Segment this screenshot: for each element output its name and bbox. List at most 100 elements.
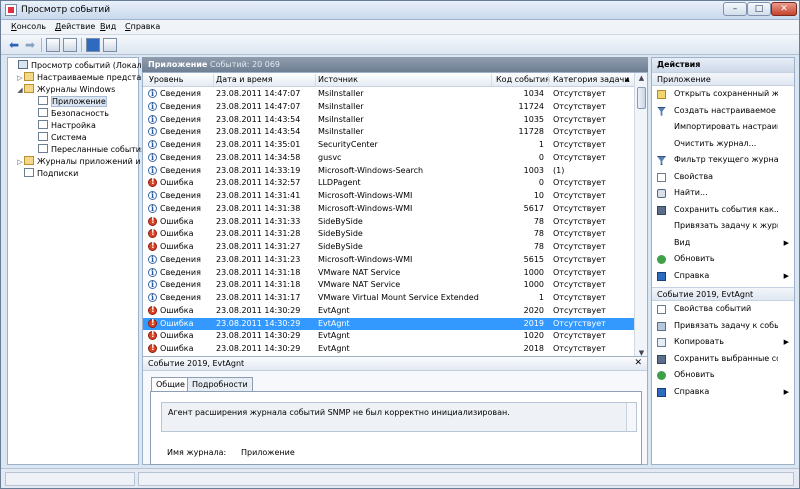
category-cell: Отсутствует xyxy=(553,331,606,341)
table-row[interactable]: Сведения 23.08.2011 14:47:07 MsiInstaller 1… xyxy=(143,88,635,101)
table-row[interactable]: Ошибка 23.08.2011 14:31:28 SideBySide 78 Отс… xyxy=(143,228,635,241)
action-item[interactable]: Привязать задачу к журна... xyxy=(652,219,794,233)
menu-action[interactable]: Действие xyxy=(55,22,95,31)
table-row[interactable]: Сведения 23.08.2011 14:43:54 MsiInstaller 1… xyxy=(143,126,635,139)
menu-help[interactable]: Справка xyxy=(125,22,160,31)
action-item[interactable]: Сохранить выбранные со... xyxy=(652,352,794,366)
table-row[interactable]: Ошибка 23.08.2011 14:30:29 EvtAgnt 2020 Отсу… xyxy=(143,305,635,318)
table-row[interactable]: Ошибка 23.08.2011 14:32:57 LLDPagent 0 Отсут… xyxy=(143,177,635,190)
event-id-cell: 10 xyxy=(533,191,544,200)
table-row[interactable]: Ошибка 23.08.2011 14:30:29 EvtAgnt 2019 Отсу… xyxy=(143,317,635,331)
action-item[interactable]: Справка ▶ xyxy=(652,385,794,399)
tree-item[interactable]: Просмотр событий (Локальный xyxy=(10,60,163,72)
level-text: Сведения xyxy=(160,140,201,149)
expand-arrow-icon[interactable]: ▷ xyxy=(16,72,24,84)
column-divider[interactable] xyxy=(213,74,214,86)
up-folder-icon[interactable] xyxy=(46,38,60,52)
table-row[interactable]: Ошибка 23.08.2011 14:30:29 EvtAgnt 1020 Отсу… xyxy=(143,330,635,343)
scroll-thumb[interactable] xyxy=(637,87,646,109)
column-divider[interactable] xyxy=(491,74,492,86)
help-icon[interactable] xyxy=(86,38,100,52)
column-category[interactable]: Категория задачи xyxy=(553,75,629,84)
table-row[interactable]: Ошибка 23.08.2011 14:31:27 SideBySide 78 Отс… xyxy=(143,241,635,254)
column-date[interactable]: Дата и время xyxy=(216,75,273,84)
action-item[interactable]: Обновить xyxy=(652,368,794,382)
action-item[interactable]: Привязать задачу к событ... xyxy=(652,319,794,333)
date-cell: 23.08.2011 14:31:33 xyxy=(216,216,301,226)
action-item[interactable]: Обновить xyxy=(652,252,794,266)
action-item[interactable]: Копировать ▶ xyxy=(652,335,794,349)
tree-item[interactable]: ◢ Журналы Windows xyxy=(16,84,115,96)
event-list-scrollbar[interactable]: ▲ ▼ xyxy=(634,73,647,361)
table-row[interactable]: Сведения 23.08.2011 14:34:58 gusvc 0 Отсутст… xyxy=(143,152,635,165)
log-icon xyxy=(38,144,48,153)
action-label: Свойства событий xyxy=(674,304,752,313)
menu-console[interactable]: Консоль xyxy=(11,22,46,31)
back-arrow-icon[interactable]: ⬅ xyxy=(7,38,21,52)
column-source[interactable]: Источник xyxy=(318,75,358,84)
table-row[interactable]: Сведения 23.08.2011 14:31:18 VMware NAT Se… xyxy=(143,279,635,292)
error-icon xyxy=(148,228,157,239)
column-divider[interactable] xyxy=(315,74,316,86)
menu-view[interactable]: Вид xyxy=(100,22,116,31)
action-item[interactable]: Очистить журнал... xyxy=(652,137,794,151)
table-row[interactable]: Сведения 23.08.2011 14:35:01 SecurityCente… xyxy=(143,139,635,152)
source-cell: SideBySide xyxy=(318,242,363,251)
action-item[interactable]: Сохранить события как... xyxy=(652,203,794,217)
scroll-up-arrow-icon[interactable]: ▲ xyxy=(636,74,647,85)
maximize-button[interactable]: □ xyxy=(747,2,771,16)
action-item[interactable]: Свойства событий xyxy=(652,302,794,316)
forward-arrow-icon[interactable]: ➡ xyxy=(23,38,37,52)
table-row[interactable]: Сведения 23.08.2011 14:31:23 Microsoft-Win… xyxy=(143,254,635,267)
expand-arrow-icon[interactable]: ◢ xyxy=(16,84,24,96)
date-cell: 23.08.2011 14:47:07 xyxy=(216,101,301,111)
actions-section-header[interactable]: Приложение xyxy=(652,72,794,86)
tree-item[interactable]: Система xyxy=(30,132,87,144)
column-divider[interactable] xyxy=(548,74,549,86)
table-row[interactable]: Сведения 23.08.2011 14:43:54 MsiInstaller 1… xyxy=(143,114,635,127)
detail-close-icon[interactable]: ✕ xyxy=(634,358,642,368)
action-item[interactable]: Найти... xyxy=(652,186,794,200)
show-tree-icon[interactable] xyxy=(63,38,77,52)
actions-section-header[interactable]: Событие 2019, EvtAgnt xyxy=(652,287,794,301)
tree-item[interactable]: ▷ Журналы приложений и сл xyxy=(16,156,153,168)
action-item[interactable]: Вид ▶ xyxy=(652,236,794,250)
action-item[interactable]: Импортировать настраив... xyxy=(652,120,794,134)
action-item[interactable]: Открыть сохраненный жу... xyxy=(652,87,794,101)
table-row[interactable]: Ошибка 23.08.2011 14:31:33 SideBySide 78 Отс… xyxy=(143,216,635,229)
action-item[interactable]: Справка ▶ xyxy=(652,269,794,283)
tree-item[interactable]: Безопасность xyxy=(30,108,109,120)
table-row[interactable]: Сведения 23.08.2011 14:33:19 Microsoft-Win… xyxy=(143,165,635,178)
event-id-cell: 78 xyxy=(533,229,544,239)
table-row[interactable]: Сведения 23.08.2011 14:31:18 VMware NAT Se… xyxy=(143,267,635,280)
action-item[interactable]: Создать настраиваемое п... xyxy=(652,104,794,118)
source-cell: MsiInstaller xyxy=(318,127,364,137)
category-cell: Отсутствует xyxy=(553,114,606,124)
action-item[interactable]: Фильтр текущего журнал... xyxy=(652,153,794,167)
show-actions-icon[interactable] xyxy=(103,38,117,52)
tab-details[interactable]: Подробности xyxy=(187,377,253,391)
table-row[interactable]: Ошибка 23.08.2011 14:30:29 EvtAgnt 2018 Отсу… xyxy=(143,343,635,356)
title-bar: Просмотр событий – □ ✕ xyxy=(1,1,799,20)
table-row[interactable]: Сведения 23.08.2011 14:31:38 Microsoft-Win… xyxy=(143,203,635,216)
column-level[interactable]: Уровень xyxy=(149,75,183,84)
table-row[interactable]: Сведения 23.08.2011 14:31:41 Microsoft-Win… xyxy=(143,190,635,203)
minimize-button[interactable]: – xyxy=(723,2,747,16)
tree-item[interactable]: Пересланные события xyxy=(30,144,146,156)
tree-item[interactable]: ▷ Настраиваемые представле xyxy=(16,72,156,84)
tree-item[interactable]: Настройка xyxy=(30,120,96,132)
table-row[interactable]: Сведения 23.08.2011 14:47:07 MsiInstaller 1… xyxy=(143,101,635,114)
toolbar-separator xyxy=(41,38,42,52)
level-cell: Сведения xyxy=(148,101,201,112)
description-scrollbar[interactable] xyxy=(626,403,636,431)
close-button[interactable]: ✕ xyxy=(771,2,797,16)
column-event-id[interactable]: Код события xyxy=(496,75,550,84)
tree-item[interactable]: Подписки xyxy=(16,168,78,180)
tab-general[interactable]: Общие xyxy=(151,377,190,392)
table-row[interactable]: Сведения 23.08.2011 14:31:17 VMware Virtua… xyxy=(143,292,635,305)
action-item[interactable]: Свойства xyxy=(652,170,794,184)
sort-caret-icon: ▲ xyxy=(625,76,630,83)
event-description-box[interactable]: Агент расширения журнала событий SNMP не… xyxy=(161,402,637,432)
tree-item[interactable]: Приложение xyxy=(30,96,107,108)
expand-arrow-icon[interactable]: ▷ xyxy=(16,156,24,168)
